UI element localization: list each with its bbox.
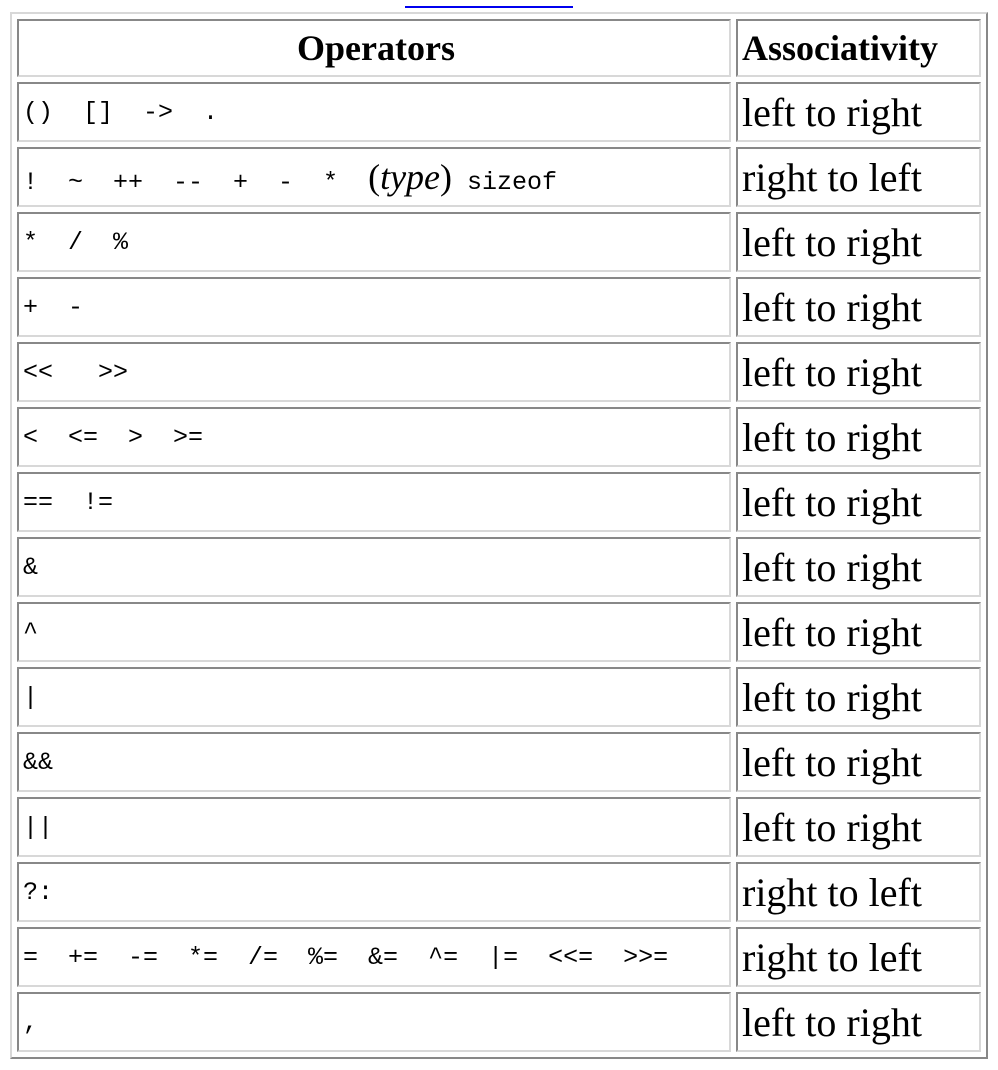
- operators-cell: == !=: [17, 472, 731, 532]
- associativity-cell: right to left: [736, 147, 981, 207]
- associativity-cell: left to right: [736, 992, 981, 1052]
- operators-prefix: ! ~ ++ -- + - *: [23, 168, 369, 197]
- table-row: ^ left to right: [17, 602, 981, 662]
- header-operators: Operators: [17, 19, 731, 77]
- operator-precedence-table: Operators Associativity () [] -> . left t…: [10, 12, 988, 1059]
- operators-cell: () [] -> .: [17, 82, 731, 142]
- table-row: < <= > >= left to right: [17, 407, 981, 467]
- table-row: ! ~ ++ -- + - * (type) sizeof right to le…: [17, 147, 981, 207]
- table-row: == != left to right: [17, 472, 981, 532]
- associativity-cell: left to right: [736, 277, 981, 337]
- table-row: | left to right: [17, 667, 981, 727]
- operators-cell: |: [17, 667, 731, 727]
- type-placeholder: type: [380, 157, 441, 197]
- associativity-cell: right to left: [736, 862, 981, 922]
- associativity-cell: left to right: [736, 537, 981, 597]
- header-associativity: Associativity: [736, 19, 981, 77]
- paren-close: ): [440, 157, 453, 197]
- operators-cell: << >>: [17, 342, 731, 402]
- header-row: Operators Associativity: [17, 19, 981, 77]
- operators-cell: ||: [17, 797, 731, 857]
- associativity-cell: right to left: [736, 927, 981, 987]
- table-row: && left to right: [17, 732, 981, 792]
- operators-cell: + -: [17, 277, 731, 337]
- operators-cell: = += -= *= /= %= &= ^= |= <<= >>=: [17, 927, 731, 987]
- table-row: ?: right to left: [17, 862, 981, 922]
- associativity-cell: left to right: [736, 82, 981, 142]
- table-row: || left to right: [17, 797, 981, 857]
- table-row: () [] -> . left to right: [17, 82, 981, 142]
- associativity-cell: left to right: [736, 602, 981, 662]
- partial-link[interactable]: [405, 0, 573, 8]
- operators-cell: < <= > >=: [17, 407, 731, 467]
- associativity-cell: left to right: [736, 472, 981, 532]
- table-row: + - left to right: [17, 277, 981, 337]
- operators-cell: * / %: [17, 212, 731, 272]
- operators-cell: ^: [17, 602, 731, 662]
- operators-cell: ?:: [17, 862, 731, 922]
- associativity-cell: left to right: [736, 342, 981, 402]
- operators-suffix: sizeof: [452, 168, 558, 197]
- operators-cell: &: [17, 537, 731, 597]
- table-row: & left to right: [17, 537, 981, 597]
- associativity-cell: left to right: [736, 732, 981, 792]
- associativity-cell: left to right: [736, 797, 981, 857]
- operators-cell: ! ~ ++ -- + - * (type) sizeof: [17, 147, 731, 207]
- associativity-cell: left to right: [736, 407, 981, 467]
- operators-cell: &&: [17, 732, 731, 792]
- paren-open: (: [368, 157, 381, 197]
- table-row: = += -= *= /= %= &= ^= |= <<= >>= right t…: [17, 927, 981, 987]
- table-row: , left to right: [17, 992, 981, 1052]
- associativity-cell: left to right: [736, 667, 981, 727]
- associativity-cell: left to right: [736, 212, 981, 272]
- table-row: << >> left to right: [17, 342, 981, 402]
- table-row: * / % left to right: [17, 212, 981, 272]
- operators-cell: ,: [17, 992, 731, 1052]
